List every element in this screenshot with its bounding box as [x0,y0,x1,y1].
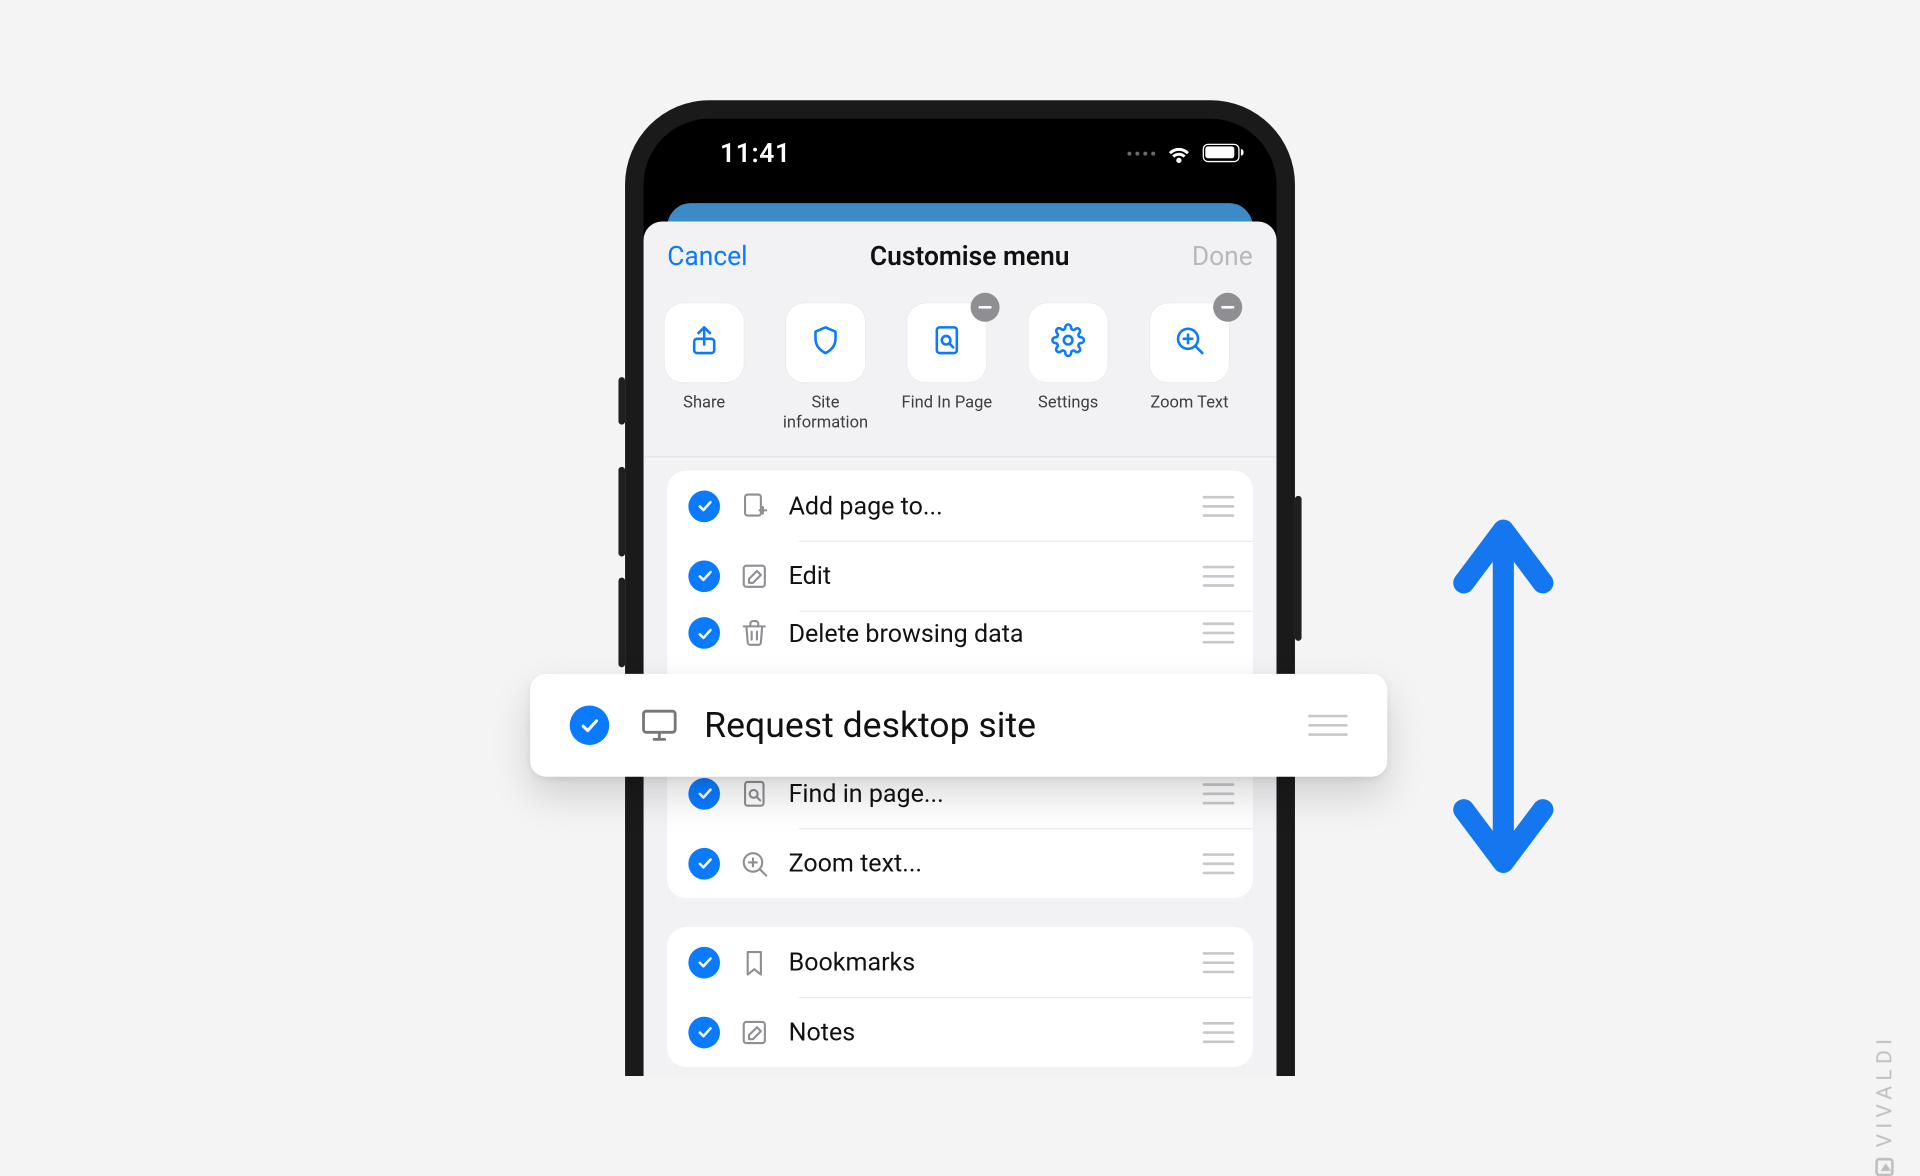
sheet-header: Cancel Customise menu Done [644,222,1277,291]
checkmark-icon[interactable] [570,706,610,746]
action-zoom-text[interactable]: Zoom Text [1139,303,1239,432]
phone-side-button [618,377,625,424]
vivaldi-logo-icon [1875,1158,1893,1176]
action-label: Share [683,393,725,413]
drag-handle-icon[interactable] [1203,951,1235,972]
trash-icon [738,617,770,649]
add-page-icon [738,490,770,522]
checkmark-icon[interactable] [688,1016,720,1048]
row-label: Edit [789,560,831,590]
action-share[interactable]: Share [654,303,754,432]
checkmark-icon[interactable] [688,847,720,879]
phone-side-button [618,578,625,668]
zoom-in-icon [1172,323,1206,363]
dragged-row-request-desktop-site[interactable]: Request desktop site [530,674,1387,777]
cellular-icon [1127,151,1155,155]
bookmark-icon [738,946,770,978]
drag-handle-icon[interactable] [1203,565,1235,586]
zoom-in-icon [738,847,770,879]
remove-badge-icon[interactable] [1213,293,1242,322]
list-item[interactable]: Edit [667,541,1253,611]
desktop-icon [638,706,680,746]
action-site-information[interactable]: Site information [775,303,875,432]
drag-handle-icon[interactable] [1308,715,1348,736]
wifi-icon [1166,144,1192,162]
checkmark-icon[interactable] [688,617,720,649]
menu-items-group: Bookmarks Notes [667,927,1253,1067]
find-in-page-icon [930,323,964,363]
action-history[interactable]: His [1261,303,1277,432]
phone-side-button [618,467,625,557]
cancel-button[interactable]: Cancel [667,240,747,272]
sheet-title: Customise menu [870,240,1070,272]
drag-handle-icon[interactable] [1203,853,1235,874]
action-settings[interactable]: Settings [1018,303,1118,432]
quick-actions-strip[interactable]: Share Site information Find In Page [644,290,1277,456]
gear-icon [1051,323,1085,363]
shield-icon [808,323,842,363]
checkmark-icon[interactable] [688,490,720,522]
list-item[interactable]: Add page to... [667,471,1253,541]
action-find-in-page[interactable]: Find In Page [897,303,997,432]
status-time: 11:41 [720,137,791,169]
battery-icon [1203,144,1240,162]
list-item[interactable]: Zoom text... [667,828,1253,898]
status-bar: 11:41 [644,119,1277,188]
row-label: Add page to... [789,491,943,521]
remove-badge-icon[interactable] [971,293,1000,322]
drag-handle-icon[interactable] [1203,622,1235,643]
row-label: Find in page... [789,778,944,808]
action-label: Zoom Text [1150,393,1228,413]
list-item[interactable]: Bookmarks [667,927,1253,997]
drag-handle-icon[interactable] [1203,1021,1235,1042]
vivaldi-wordmark: VIVALDI [1871,1034,1896,1176]
divider [644,456,1277,457]
row-label: Request desktop site [704,704,1036,746]
share-icon [687,323,721,363]
list-item[interactable]: Delete browsing data [667,611,1253,656]
iphone-mock: 11:41 Cancel Customise menu Done [625,100,1295,1076]
list-item[interactable]: Notes [667,997,1253,1067]
done-button[interactable]: Done [1192,240,1253,272]
checkmark-icon[interactable] [688,777,720,809]
customise-menu-sheet: Cancel Customise menu Done Share [644,222,1277,1077]
row-label: Delete browsing data [789,618,1024,648]
phone-side-button [1295,496,1302,641]
drag-handle-icon[interactable] [1203,495,1235,516]
action-label: Find In Page [902,393,993,413]
checkmark-icon[interactable] [688,560,720,592]
action-label: Site information [783,393,868,433]
checkmark-icon[interactable] [688,946,720,978]
drag-handle-icon[interactable] [1203,783,1235,804]
edit-icon [738,560,770,592]
notes-icon [738,1016,770,1048]
action-label: Settings [1038,393,1098,413]
brand-text: VIVALDI [1871,1034,1896,1147]
row-label: Notes [789,1017,856,1047]
find-in-page-icon [738,777,770,809]
row-label: Bookmarks [789,947,916,977]
row-label: Zoom text... [789,848,922,878]
reorder-arrow-icon [1437,512,1569,881]
